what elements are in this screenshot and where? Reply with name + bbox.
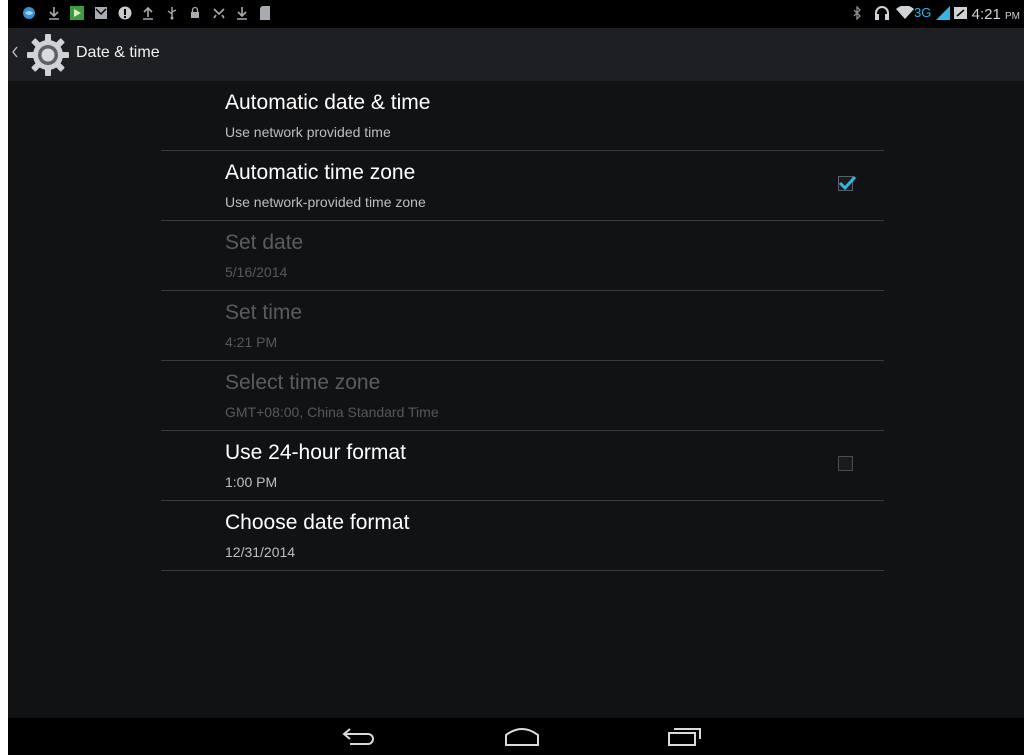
pref-title: Automatic time zone (225, 161, 416, 184)
up-caret-icon (12, 45, 18, 63)
gmail-icon (94, 6, 108, 25)
usb-icon (166, 6, 178, 25)
use-24-hour-format-checkbox[interactable] (838, 456, 853, 471)
pref-summary: 12/31/2014 (225, 544, 296, 560)
headset-icon (874, 6, 890, 25)
lock-icon (190, 6, 200, 25)
signal-icon (936, 6, 950, 25)
pref-summary: 4:21 PM (225, 334, 278, 350)
play-store-icon (70, 6, 84, 25)
pref-automatic-date-time[interactable]: Automatic date & time Use network provid… (161, 81, 884, 151)
pref-title: Automatic date & time (225, 91, 431, 114)
pref-title: Set time (225, 301, 303, 324)
pref-summary: Use network-provided time zone (225, 194, 426, 210)
download-icon (236, 6, 248, 25)
pref-summary: 5/16/2014 (225, 264, 288, 280)
settings-gear-icon (24, 31, 72, 84)
checkmark-icon (838, 175, 857, 191)
pref-use-24-hour-format[interactable]: Use 24-hour format 1:00 PM (161, 431, 884, 501)
pref-set-time[interactable]: Set time 4:21 PM (161, 291, 884, 361)
pref-choose-date-format[interactable]: Choose date format 12/31/2014 (161, 501, 884, 571)
navigation-bar (8, 718, 1024, 755)
alert-icon (118, 6, 132, 25)
home-icon[interactable] (504, 725, 540, 752)
pref-select-time-zone[interactable]: Select time zone GMT+08:00, China Standa… (161, 361, 884, 431)
battery-icon (954, 6, 968, 25)
pref-title: Select time zone (225, 371, 381, 394)
pref-set-date[interactable]: Set date 5/16/2014 (161, 221, 884, 291)
action-bar: Date & time (8, 28, 1024, 81)
globe-icon (22, 6, 36, 25)
debug-icon (212, 6, 226, 25)
clock-time: 4:21 (971, 6, 1001, 23)
clock-ampm: PM (1005, 11, 1020, 22)
pref-summary: GMT+08:00, China Standard Time (225, 404, 439, 420)
android-screen: 3G 4:21 PM Date & time Automatic date & … (8, 0, 1024, 755)
network-type-label: 3G (914, 5, 932, 20)
bluetooth-icon (852, 5, 862, 25)
pref-title: Set date (225, 231, 304, 254)
pref-summary: 1:00 PM (225, 474, 278, 490)
wifi-icon (896, 5, 914, 25)
pref-summary: Use network provided time (225, 124, 391, 140)
back-icon[interactable] (342, 725, 376, 752)
pref-title: Use 24-hour format (225, 441, 406, 464)
sd-card-icon (260, 6, 270, 25)
up-button[interactable]: Date & time (8, 28, 178, 81)
pref-title: Choose date format (225, 511, 410, 534)
download-icon (48, 6, 60, 25)
upload-icon (142, 6, 154, 25)
screen-title: Date & time (76, 44, 160, 61)
recent-apps-icon[interactable] (667, 725, 703, 752)
status-bar: 3G 4:21 PM (8, 0, 1024, 28)
preference-list: Automatic date & time Use network provid… (161, 81, 884, 571)
status-clock: 4:21 PM (972, 6, 1020, 23)
pref-automatic-time-zone[interactable]: Automatic time zone Use network-provided… (161, 151, 884, 221)
automatic-time-zone-checkbox[interactable] (838, 175, 857, 191)
